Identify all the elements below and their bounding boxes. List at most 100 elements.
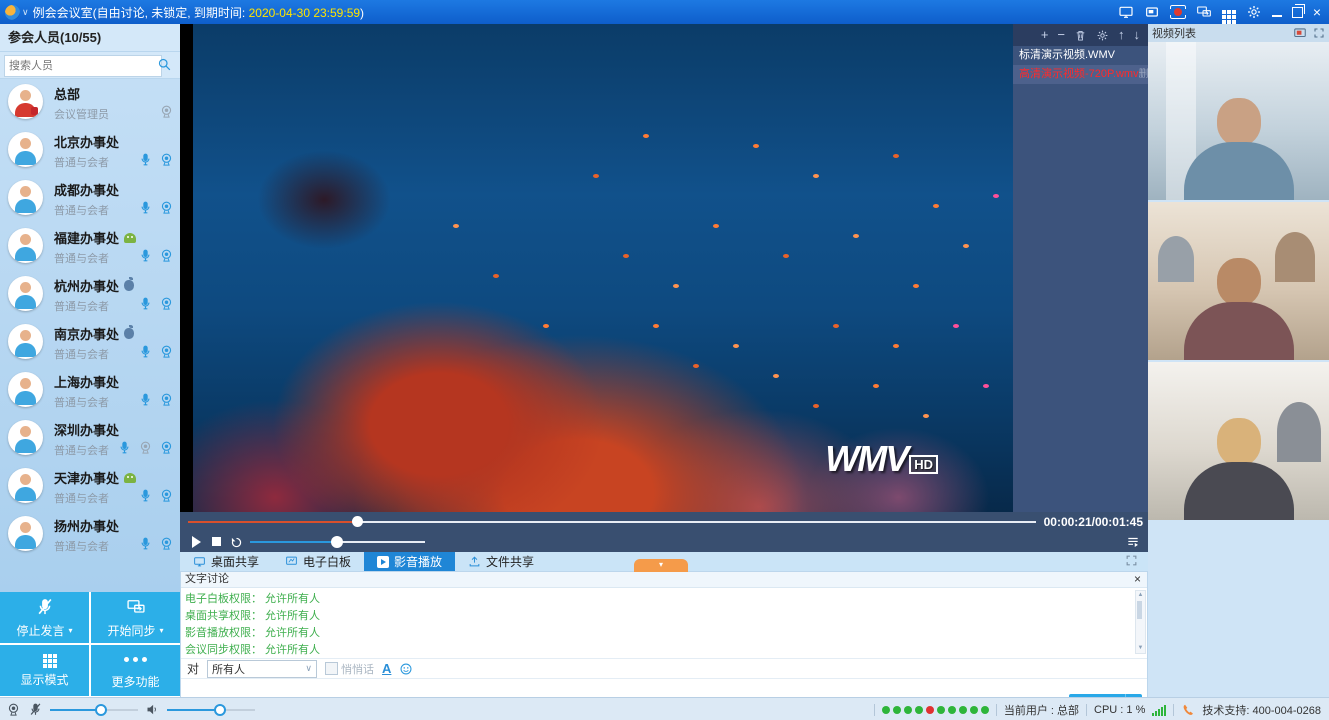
whisper-checkbox[interactable]: 悄悄话 (325, 661, 374, 677)
scroll-down-icon[interactable]: ▼ (1136, 644, 1145, 653)
remote-video-3[interactable] (1148, 362, 1329, 520)
playlist-item-selected[interactable]: 高清演示视频-720P.wmv 删除 (1013, 65, 1148, 84)
avatar (8, 276, 43, 311)
participant-row[interactable]: 总部 会议管理员 (0, 78, 180, 126)
move-down-icon[interactable]: ↓ (1134, 28, 1141, 42)
start-sync-button[interactable]: 开始同步▾ (91, 592, 180, 643)
tab-desktop-share[interactable]: 桌面共享 (180, 552, 272, 571)
playlist-item[interactable]: 标清演示视频.WMV (1013, 46, 1148, 65)
playback-progress-bar[interactable]: 00:00:21/00:01:45 (180, 512, 1148, 532)
mic-icon[interactable] (138, 152, 153, 167)
scrollbar-thumb[interactable] (1137, 601, 1142, 619)
webcam-icon[interactable] (159, 488, 174, 503)
volume-handle[interactable] (331, 536, 343, 548)
logo-chevron-icon[interactable]: ∨ (22, 7, 29, 18)
participant-row[interactable]: 深圳办事处 普通与会者 (0, 414, 180, 462)
stop-speaking-button[interactable]: 停止发言▾ (0, 592, 89, 643)
slider-handle[interactable] (95, 704, 107, 716)
layout-grid-icon[interactable] (1222, 10, 1226, 14)
webcam-icon[interactable] (159, 104, 174, 119)
tab-whiteboard[interactable]: 电子白板 (272, 552, 364, 571)
participant-row[interactable]: 福建办事处 普通与会者 (0, 222, 180, 270)
chat-close-icon[interactable]: × (1134, 572, 1141, 586)
progress-handle[interactable] (352, 516, 363, 527)
webcam-icon[interactable] (159, 296, 174, 311)
participant-row[interactable]: 成都办事处 普通与会者 (0, 174, 180, 222)
participant-row[interactable]: 上海办事处 普通与会者 (0, 366, 180, 414)
mic-icon[interactable] (138, 200, 153, 215)
participant-row[interactable]: 杭州办事处 普通与会者 (0, 270, 180, 318)
more-features-button[interactable]: 更多功能 (91, 645, 180, 696)
webcam-icon[interactable] (159, 440, 174, 455)
remote-video-1[interactable] (1148, 42, 1329, 200)
webcam-icon[interactable] (159, 536, 174, 551)
tab-media-playback[interactable]: 影音播放 (364, 552, 455, 571)
network-sync-icon[interactable] (1196, 4, 1212, 20)
avatar (8, 180, 43, 215)
playlist-add-icon[interactable]: + (1041, 28, 1049, 42)
webcam-icon[interactable] (159, 152, 174, 167)
mic-icon[interactable] (138, 536, 153, 551)
mic-icon[interactable] (138, 344, 153, 359)
volume-slider[interactable] (250, 536, 425, 548)
mic-off-icon (35, 597, 55, 617)
remote-video-2[interactable] (1148, 202, 1329, 360)
video-playback-area[interactable]: WMVHD (193, 24, 1013, 512)
webcam-off-icon[interactable] (138, 440, 153, 455)
recipient-select[interactable]: 所有人 ∨ (207, 660, 317, 678)
play-button[interactable] (192, 536, 201, 548)
playlist-trash-icon[interactable] (1074, 29, 1087, 42)
webcam-icon[interactable] (159, 344, 174, 359)
expand-panel-icon[interactable] (1313, 27, 1325, 39)
tab-file-share[interactable]: 文件共享 (455, 552, 547, 571)
display-mode-button[interactable]: 显示模式 (0, 645, 89, 696)
participant-row[interactable]: 天津办事处 普通与会者 (0, 462, 180, 510)
emoji-icon[interactable] (399, 662, 413, 676)
playlist-remove-icon[interactable]: − (1057, 28, 1065, 42)
video-list-panel: 视频列表 (1148, 24, 1329, 697)
action-button-grid: 停止发言▾ 开始同步▾ 显示模式 更多功能 (0, 592, 180, 697)
delete-link[interactable]: 删除 (1139, 65, 1148, 84)
stop-button[interactable] (212, 537, 221, 546)
webcam-status-icon[interactable] (6, 702, 21, 717)
mic-icon[interactable] (138, 488, 153, 503)
record-icon[interactable] (1170, 5, 1186, 19)
scroll-up-icon[interactable]: ▲ (1136, 591, 1145, 600)
webcam-icon[interactable] (159, 248, 174, 263)
font-style-icon[interactable]: A (382, 661, 391, 676)
move-up-icon[interactable]: ↑ (1118, 28, 1125, 42)
participant-name: 上海办事处 (54, 372, 119, 391)
slider-handle[interactable] (214, 704, 226, 716)
mic-muted-icon[interactable] (28, 702, 43, 717)
chat-message: 会议同步权限： 允许所有人 (185, 642, 1133, 658)
media-play-icon (377, 556, 389, 568)
restore-button[interactable] (1292, 7, 1303, 18)
search-icon[interactable] (157, 57, 172, 72)
mic-icon[interactable] (138, 296, 153, 311)
replay-button[interactable] (230, 536, 243, 549)
mic-icon[interactable] (117, 440, 132, 455)
expand-stage-icon[interactable] (1125, 552, 1148, 567)
window-capture-icon[interactable] (1144, 4, 1160, 20)
webcam-icon[interactable] (159, 200, 174, 215)
settings-gear-icon[interactable] (1246, 4, 1262, 20)
participant-row[interactable]: 北京办事处 普通与会者 (0, 126, 180, 174)
webcam-icon[interactable] (159, 392, 174, 407)
video-monitor-icon[interactable] (1293, 26, 1307, 40)
mic-icon[interactable] (138, 392, 153, 407)
mic-volume-slider[interactable] (50, 704, 138, 716)
playlist-settings-icon[interactable] (1096, 29, 1109, 42)
speaker-volume-slider[interactable] (167, 704, 255, 716)
screen-share-icon[interactable] (1118, 4, 1134, 20)
mic-icon[interactable] (138, 248, 153, 263)
chat-scrollbar[interactable]: ▲ ▼ (1135, 590, 1146, 654)
collapse-chat-handle[interactable]: ▾ (634, 559, 688, 572)
close-button[interactable]: × (1313, 5, 1321, 19)
search-input[interactable] (4, 55, 162, 77)
participant-row[interactable]: 南京办事处 普通与会者 (0, 318, 180, 366)
checkbox[interactable] (325, 662, 338, 675)
speaker-icon[interactable] (145, 702, 160, 717)
minimize-button[interactable] (1272, 15, 1282, 17)
playlist-toggle-icon[interactable] (1126, 535, 1140, 549)
participant-row[interactable]: 扬州办事处 普通与会者 (0, 510, 180, 558)
